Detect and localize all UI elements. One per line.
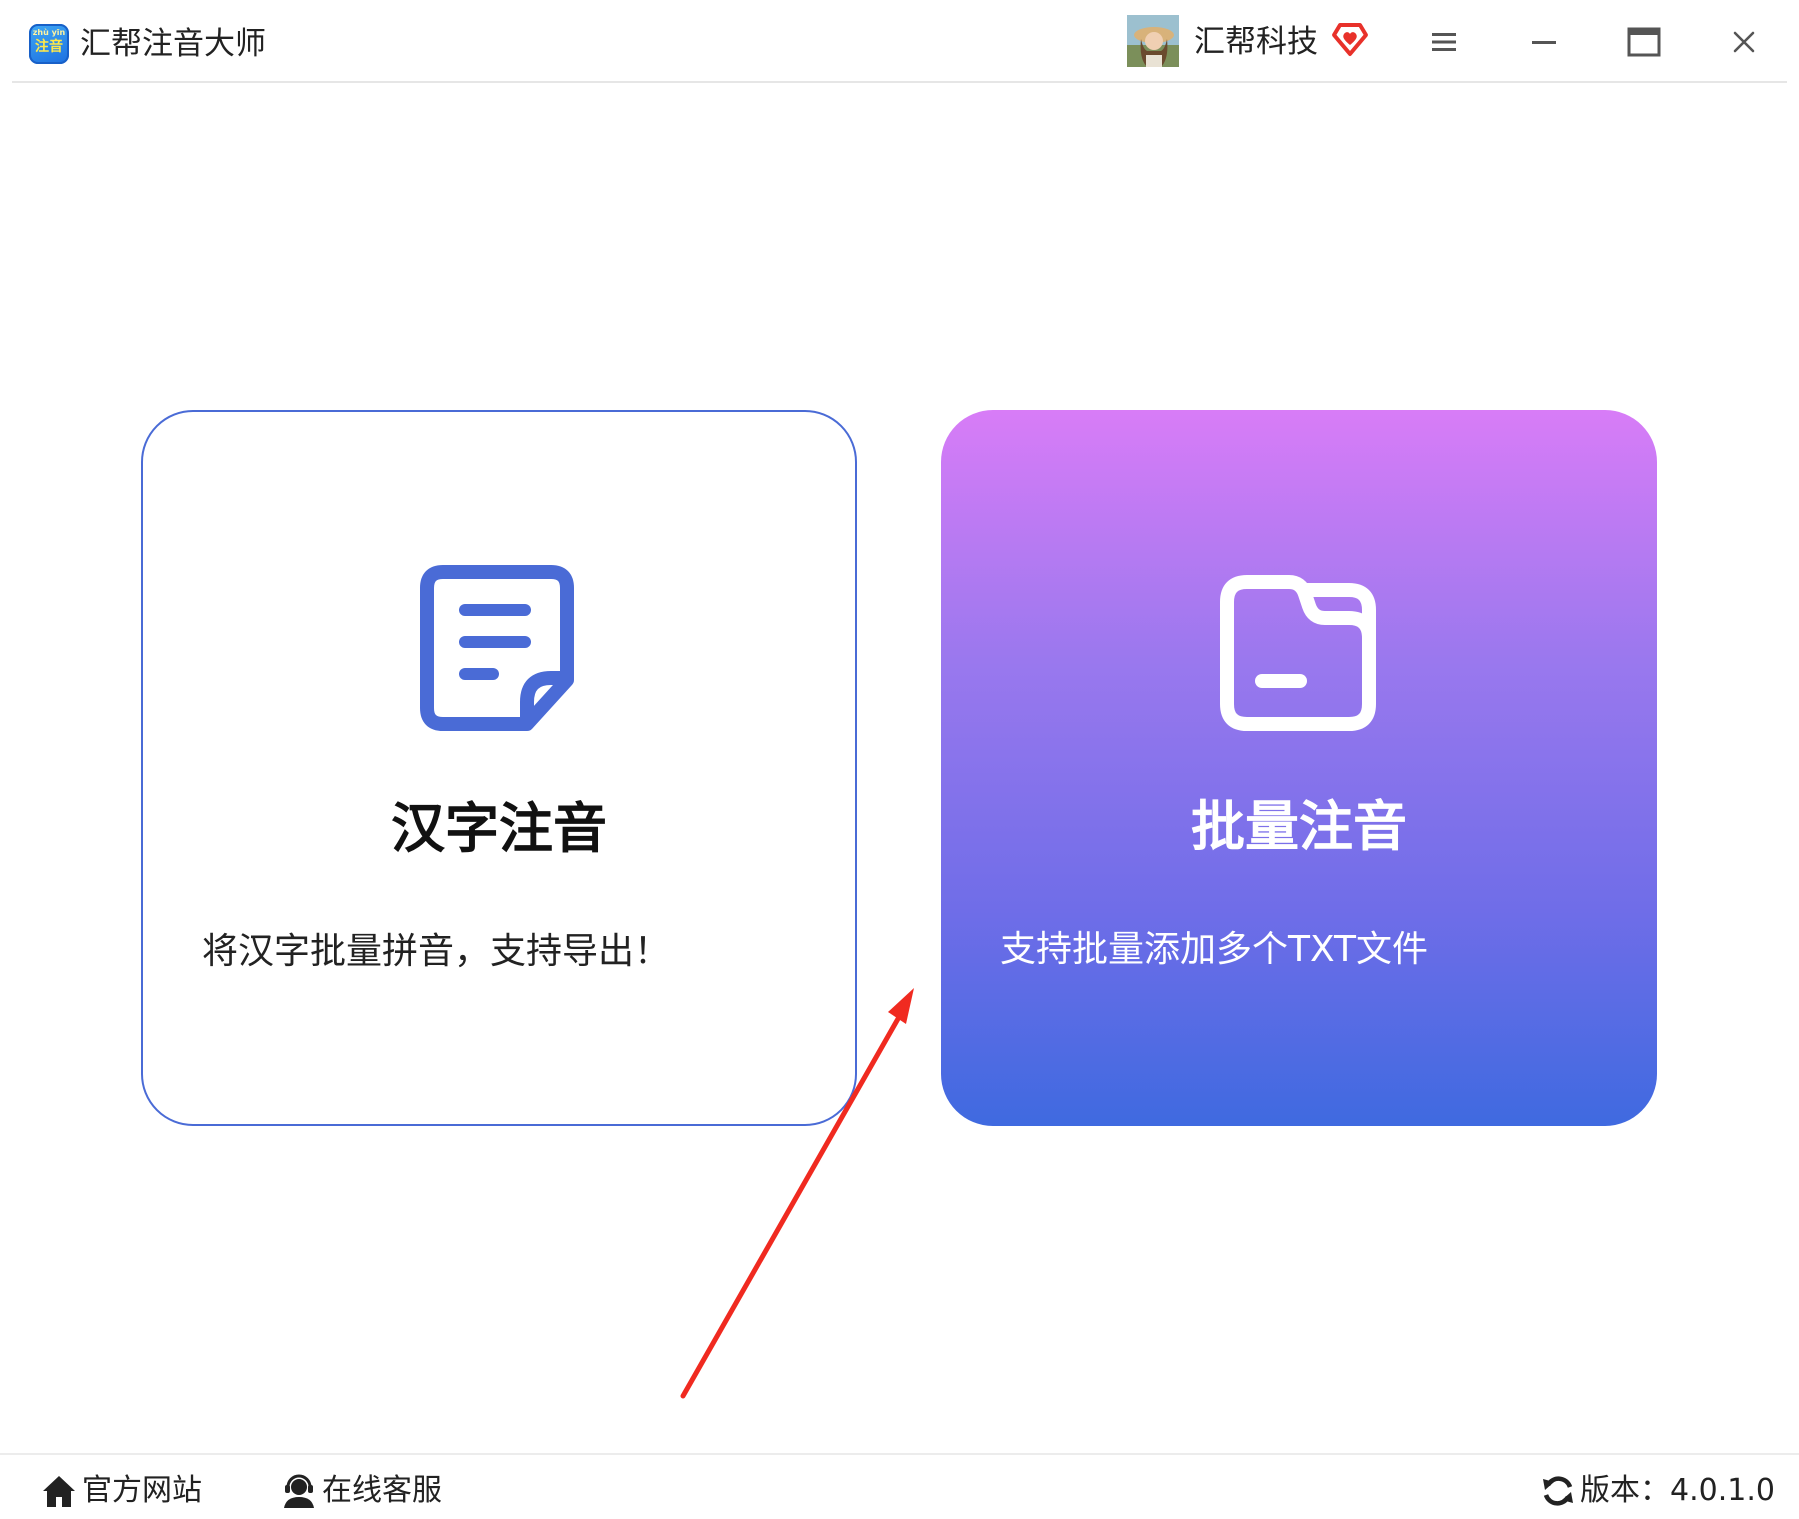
card-description: 支持批量添加多个TXT文件 [1000,929,1429,970]
official-website-link[interactable]: 官方网站 [40,1466,202,1516]
chinese-phonetic-card[interactable]: 汉字注音 将汉字批量拼音，支持导出！ [141,410,857,1126]
maximize-button[interactable] [1620,18,1668,66]
app-logo-icon: zhù yīn 注音 [29,24,69,64]
online-service-label: 在线客服 [322,1473,442,1508]
online-service-link[interactable]: 在线客服 [280,1466,442,1516]
batch-phonetic-card[interactable]: 批量注音 支持批量添加多个TXT文件 [941,410,1657,1126]
app-logo-text: 注音 [35,39,63,55]
menu-button[interactable] [1420,18,1468,66]
close-button[interactable] [1720,18,1768,66]
folder-icon [1220,575,1376,731]
title-bar: zhù yīn 注音 汇帮注音大师 汇帮科技 [0,0,1799,84]
title-divider [12,81,1787,83]
app-logo-pinyin: zhù yīn [32,28,66,37]
minimize-icon [1532,41,1556,44]
app-window: zhù yīn 注音 汇帮注音大师 汇帮科技 汉字注音 将汉字批量拼音，支持导出… [0,0,1799,1519]
footer-divider [0,1453,1799,1455]
refresh-icon [1543,1476,1573,1506]
version-info[interactable]: 版本：4.0.1.0 [1540,1466,1775,1516]
card-title: 汉字注音 [391,797,607,860]
version-label: 版本：4.0.1.0 [1580,1473,1775,1508]
home-icon [43,1476,75,1507]
headset-user-icon [284,1474,314,1508]
document-icon [420,565,574,731]
card-description: 将汉字批量拼音，支持导出！ [202,931,671,972]
user-avatar[interactable] [1127,15,1179,67]
close-icon [1733,31,1755,53]
official-website-label: 官方网站 [82,1473,202,1508]
app-title: 汇帮注音大师 [80,26,266,62]
user-name[interactable]: 汇帮科技 [1194,20,1318,64]
card-title: 批量注音 [1191,795,1407,858]
hamburger-icon [1432,33,1456,51]
minimize-button[interactable] [1520,18,1568,66]
maximize-icon [1627,27,1661,57]
vip-diamond-icon[interactable] [1331,20,1369,58]
